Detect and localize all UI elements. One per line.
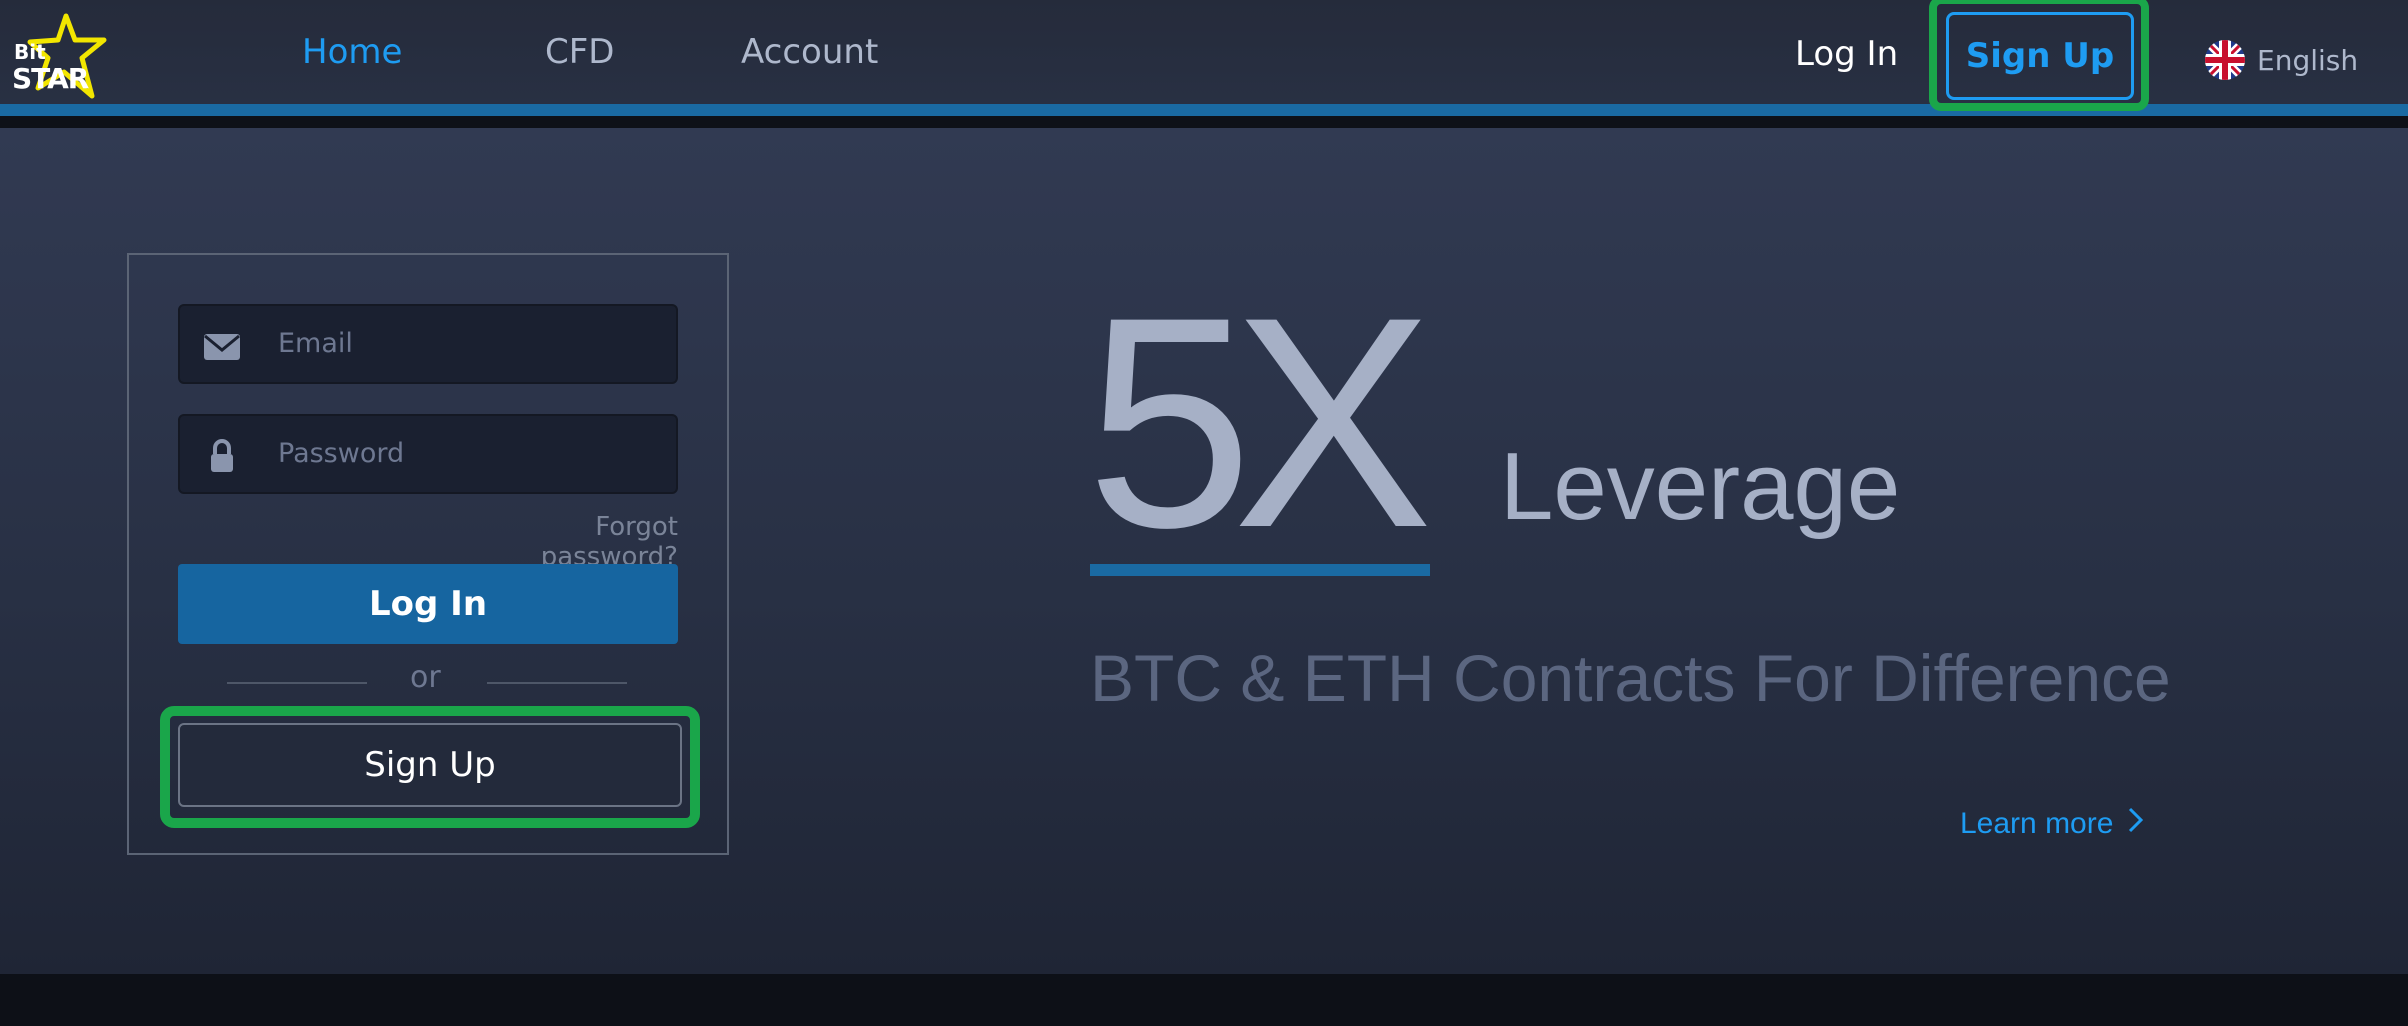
language-label: English (2257, 43, 2359, 77)
language-selector[interactable]: English (2205, 40, 2358, 80)
lock-icon (202, 436, 242, 476)
nav-cfd[interactable]: CFD (545, 32, 614, 72)
password-placeholder: Password (278, 438, 405, 469)
envelope-icon (202, 326, 242, 366)
logo-text-star: STAR (12, 62, 89, 95)
logo-text-bit: Bit (14, 40, 46, 64)
divider-right (487, 682, 627, 684)
hero-leverage-word: Leverage (1500, 433, 1901, 540)
divider-left (227, 682, 367, 684)
footer-bar (0, 974, 2408, 1026)
hero-underline (1090, 564, 1430, 576)
learn-more-link[interactable]: Learn more (1960, 806, 2145, 842)
learn-more-label: Learn more (1960, 807, 2114, 840)
nav-account[interactable]: Account (741, 32, 878, 72)
nav-home[interactable]: Home (302, 32, 402, 72)
top-navbar: Bit STAR Home CFD Account Log In Sign Up… (0, 0, 2408, 116)
hero-subtitle: BTC & ETH Contracts For Difference (1090, 641, 2171, 715)
or-label: or (410, 660, 441, 695)
email-placeholder: Email (278, 328, 353, 359)
email-field[interactable]: Email (178, 304, 678, 384)
nav-signup-button[interactable]: Sign Up (1946, 12, 2134, 100)
bitstar-logo[interactable]: Bit STAR (8, 10, 118, 100)
login-button[interactable]: Log In (178, 564, 678, 644)
password-field[interactable]: Password (178, 414, 678, 494)
chevron-right-icon (2127, 806, 2145, 842)
uk-flag-icon (2205, 40, 2245, 80)
hero-leverage-number: 5X (1086, 254, 1433, 590)
nav-login-link[interactable]: Log In (1795, 34, 1898, 74)
signup-button[interactable]: Sign Up (178, 723, 682, 807)
forgot-password-link[interactable]: Forgot password? (470, 512, 678, 572)
